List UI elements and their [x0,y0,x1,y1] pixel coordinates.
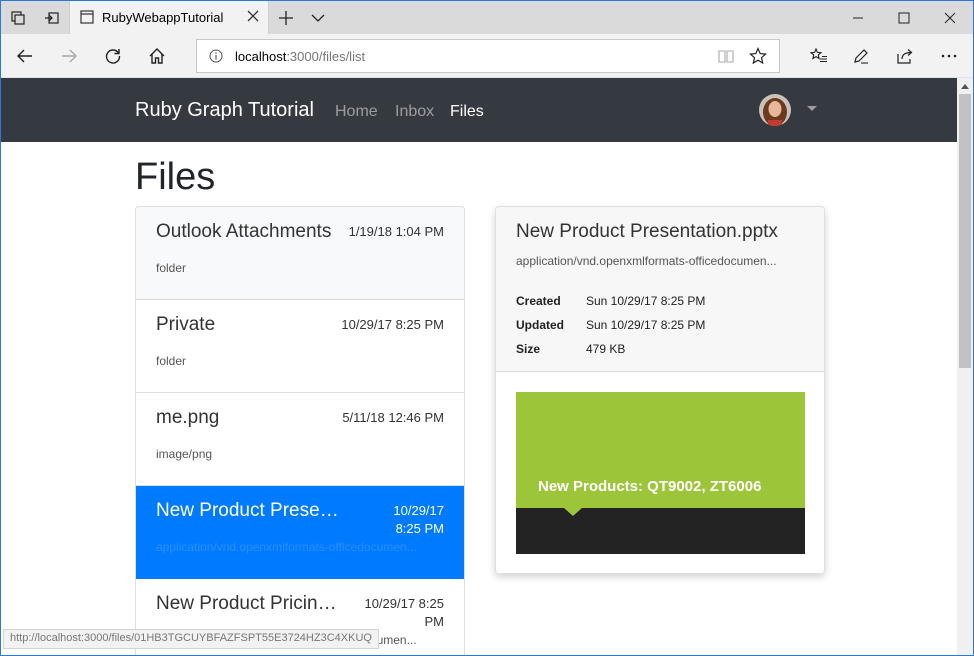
page-viewport: Ruby Graph Tutorial Home Inbox Files Fil… [1,78,957,655]
file-item-new-product-presentation[interactable]: New Product Presenta... 10/29/17 8:25 PM… [136,486,464,579]
share-icon [897,49,913,64]
nav-files[interactable]: Files [450,103,484,121]
page-icon [80,10,94,24]
scroll-up-arrow[interactable] [957,78,973,94]
refresh-icon [105,49,121,64]
url-text: localhost:3000/files/list [235,49,365,64]
favorites-icon [810,47,827,63]
pen-icon [854,49,868,64]
avatar-image [759,94,791,126]
file-item-private[interactable]: Private 10/29/17 8:25 PM folder [136,300,464,393]
created-value: Sun 10/29/17 8:25 PM [586,294,706,308]
preview-slide-title: New Products: QT9002, ZT6006 [538,478,762,495]
file-detail-card: New Product Presentation.pptx applicatio… [495,206,825,574]
maximize-icon [898,12,910,23]
url-path: :3000/files/list [286,49,366,64]
nav-inbox[interactable]: Inbox [395,103,434,121]
plus-icon [279,10,293,25]
file-name: New Product Presenta... [156,500,346,521]
tab-title: RubyWebappTutorial [102,10,224,25]
refresh-button[interactable] [91,34,135,78]
more-icon [941,54,957,58]
size-label: Size [516,342,541,356]
forward-button[interactable] [47,34,91,78]
home-button[interactable] [135,34,179,78]
file-name: me.png [156,407,220,428]
file-detail-header: New Product Presentation.pptx applicatio… [496,207,824,372]
maximize-button[interactable] [881,1,927,34]
tabs-aside-icon [45,11,59,24]
set-tabs-aside-button[interactable] [35,1,69,34]
file-preview-thumbnail[interactable]: New Products: QT9002, ZT6006 [516,392,805,554]
page-title: Files [135,156,216,198]
file-date: 10/29/17 8:25 PM [393,503,444,536]
file-item-outlook-attachments[interactable]: Outlook Attachments 1/19/18 1:04 PM fold… [136,207,464,300]
tab-strip: RubyWebappTutorial [1,1,973,34]
file-name: Private [156,314,216,335]
browser-window: RubyWebappTutorial localhost:3000/files/… [0,0,974,656]
minimize-button[interactable] [835,1,881,34]
caret-down-icon[interactable] [807,106,817,111]
triangle-up-icon [961,84,969,89]
updated-label: Updated [516,318,564,332]
avatar[interactable] [759,94,791,126]
browser-tab[interactable]: RubyWebappTutorial [69,1,269,34]
tab-manager-button[interactable] [1,1,35,34]
status-url-tooltip: http://localhost:3000/files/01HB3TGCUYBF… [3,629,379,649]
detail-mime-type: application/vnd.openxmlformats-officedoc… [516,254,777,268]
file-item-me-png[interactable]: me.png 5/11/18 12:46 PM image/png [136,393,464,486]
scrollbar-thumb[interactable] [959,94,971,368]
tab-preview-button[interactable] [301,1,335,34]
close-icon [944,12,956,23]
file-date: 1/19/18 1:04 PM [348,224,444,239]
back-button[interactable] [3,34,47,78]
address-bar[interactable]: localhost:3000/files/list [196,39,780,73]
more-button[interactable] [927,34,971,78]
file-type: folder [156,261,187,275]
chevron-down-icon [311,14,325,22]
file-date: 5/11/18 12:46 PM [342,410,444,425]
home-icon [149,48,165,64]
web-note-button[interactable] [839,34,883,78]
file-name: New Product Pricing.... [156,593,346,614]
share-button[interactable] [883,34,927,78]
file-list: Outlook Attachments 1/19/18 1:04 PM fold… [135,206,465,655]
preview-slide-bottom [516,508,805,554]
arrow-left-icon [17,49,32,63]
close-tab-icon[interactable] [246,9,260,23]
browser-toolbar: localhost:3000/files/list [1,34,973,78]
detail-file-name: New Product Presentation.pptx [516,221,778,242]
url-host: localhost [235,49,287,64]
file-date: 10/29/17 8:25 PM [341,317,444,332]
close-window-button[interactable] [927,1,973,34]
nav-home[interactable]: Home [335,103,378,121]
favorite-star-icon[interactable] [749,47,767,65]
file-type: folder [156,354,187,368]
vertical-scrollbar[interactable] [957,78,973,655]
minimize-icon [853,17,863,18]
updated-value: Sun 10/29/17 8:25 PM [586,318,706,332]
created-label: Created [516,294,561,308]
tab-manager-icon [11,10,25,25]
file-type: application/vnd.openxmlformats-officedoc… [156,540,417,554]
arrow-right-icon [62,49,77,63]
file-type: image/png [156,447,213,461]
favorites-hub-button[interactable] [797,34,841,78]
reading-view-icon[interactable] [717,47,735,65]
info-icon[interactable] [209,49,223,63]
file-name: Outlook Attachments [156,221,332,242]
brand-link[interactable]: Ruby Graph Tutorial [135,99,314,122]
size-value: 479 KB [586,342,626,356]
file-date: 10/29/17 8:25 PM [364,596,444,629]
site-navbar: Ruby Graph Tutorial Home Inbox Files [1,78,957,142]
preview-notch [564,508,582,516]
new-tab-button[interactable] [269,1,303,34]
